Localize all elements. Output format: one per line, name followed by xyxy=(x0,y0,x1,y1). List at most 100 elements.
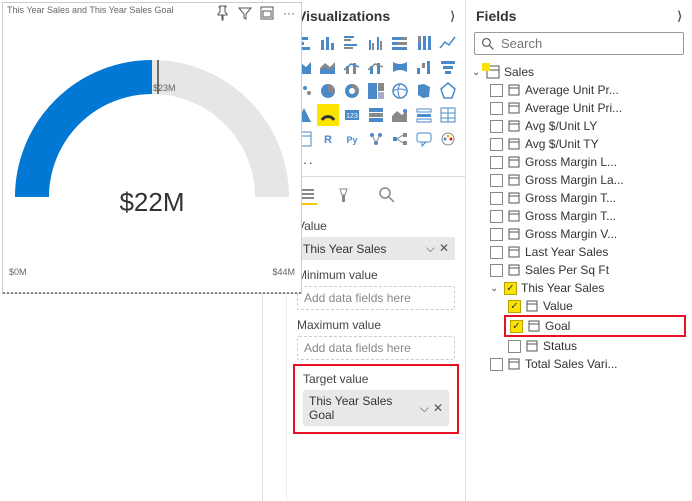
analytics-tab[interactable] xyxy=(377,185,397,205)
field-row[interactable]: Gross Margin T... xyxy=(468,207,690,225)
calculator-icon xyxy=(507,173,521,187)
decomp-tree-icon[interactable] xyxy=(389,128,411,150)
min-well-placeholder[interactable]: Add data fields here xyxy=(297,286,455,310)
gauge-icon[interactable] xyxy=(317,104,339,126)
checkbox[interactable] xyxy=(490,156,503,169)
viz-gallery: 123 R Py xyxy=(287,28,465,154)
card-icon[interactable]: 123 xyxy=(341,104,363,126)
clustered-bar-icon[interactable] xyxy=(341,32,363,54)
slicer-icon[interactable] xyxy=(413,104,435,126)
min-well: Minimum value Add data fields here xyxy=(287,262,465,312)
checkbox[interactable] xyxy=(490,102,503,115)
format-tab[interactable] xyxy=(337,185,357,205)
target-well-label: Target value xyxy=(303,372,449,386)
hierarchy-status[interactable]: Status xyxy=(468,337,690,355)
checkbox[interactable] xyxy=(490,210,503,223)
ribbon-icon[interactable] xyxy=(389,56,411,78)
goal-highlight: Goal xyxy=(504,315,686,337)
field-row[interactable]: Average Unit Pr... xyxy=(468,81,690,99)
pie-icon[interactable] xyxy=(317,80,339,102)
focus-icon[interactable] xyxy=(259,5,275,21)
waterfall-icon[interactable] xyxy=(413,56,435,78)
field-total-sales-var[interactable]: Total Sales Vari... xyxy=(468,355,690,373)
fields-pane: Fields ⟩ ⌄ Sales Average Unit Pr...Avera… xyxy=(466,0,692,501)
multi-row-card-icon[interactable] xyxy=(365,104,387,126)
max-well-placeholder[interactable]: Add data fields here xyxy=(297,336,455,360)
hierarchy-goal[interactable]: Goal xyxy=(506,317,684,335)
fields-search[interactable] xyxy=(474,32,684,55)
field-label: Average Unit Pri... xyxy=(525,101,622,115)
checkbox[interactable] xyxy=(490,264,503,277)
custom-visual-icon[interactable] xyxy=(437,128,459,150)
checkbox[interactable] xyxy=(490,138,503,151)
checkbox[interactable] xyxy=(504,282,517,295)
field-row[interactable]: Sales Per Sq Ft xyxy=(468,261,690,279)
search-input[interactable] xyxy=(501,36,677,51)
field-row[interactable]: Avg $/Unit LY xyxy=(468,117,690,135)
checkbox[interactable] xyxy=(508,300,521,313)
pin-icon[interactable] xyxy=(215,5,231,21)
value-field-text: This Year Sales xyxy=(303,242,386,256)
checkbox[interactable] xyxy=(490,84,503,97)
fields-tree: ⌄ Sales Average Unit Pr... Average Unit P… xyxy=(466,59,692,377)
checkbox[interactable] xyxy=(510,320,523,333)
remove-icon[interactable]: ✕ xyxy=(439,241,449,256)
shape-map-icon[interactable] xyxy=(437,80,459,102)
field-label: Value xyxy=(543,299,573,313)
field-row[interactable]: Average Unit Pri... xyxy=(468,99,690,117)
checkbox[interactable] xyxy=(490,120,503,133)
chevron-down-icon[interactable]: ⌵ xyxy=(426,241,435,256)
checkbox[interactable] xyxy=(490,228,503,241)
chevron-right-icon[interactable]: ⟩ xyxy=(450,9,455,23)
map-icon[interactable] xyxy=(389,80,411,102)
field-row[interactable]: Gross Margin V... xyxy=(468,225,690,243)
checkbox[interactable] xyxy=(490,358,503,371)
more-icon[interactable]: ··· xyxy=(281,5,297,21)
min-well-label: Minimum value xyxy=(297,268,455,282)
field-label: Sales Per Sq Ft xyxy=(525,263,609,277)
target-well-field[interactable]: This Year Sales Goal ⌵✕ xyxy=(303,390,449,426)
line-clustered-icon[interactable] xyxy=(341,56,363,78)
field-row[interactable]: Gross Margin L... xyxy=(468,153,690,171)
field-row[interactable]: Gross Margin T... xyxy=(468,189,690,207)
line-stacked-icon[interactable] xyxy=(365,56,387,78)
viz-more-button[interactable]: ··· xyxy=(287,154,465,176)
stacked-area-icon[interactable] xyxy=(317,56,339,78)
remove-icon[interactable]: ✕ xyxy=(433,401,443,416)
max-well-label: Maximum value xyxy=(297,318,455,332)
value-well-field[interactable]: This Year Sales ⌵ ✕ xyxy=(297,237,455,260)
table-icon[interactable] xyxy=(437,104,459,126)
chevron-right-icon[interactable]: ⟩ xyxy=(677,9,682,23)
key-influencers-icon[interactable] xyxy=(365,128,387,150)
field-row[interactable]: Avg $/Unit TY xyxy=(468,135,690,153)
calculator-icon xyxy=(507,245,521,259)
field-this-year-sales[interactable]: ⌄ This Year Sales xyxy=(468,279,690,297)
stacked-column-icon[interactable] xyxy=(317,32,339,54)
funnel-icon[interactable] xyxy=(437,56,459,78)
checkbox[interactable] xyxy=(490,174,503,187)
svg-text:123: 123 xyxy=(346,113,358,120)
checkbox[interactable] xyxy=(490,192,503,205)
search-icon xyxy=(481,37,495,51)
checkbox[interactable] xyxy=(508,340,521,353)
filled-map-icon[interactable] xyxy=(413,80,435,102)
stacked100-column-icon[interactable] xyxy=(413,32,435,54)
chevron-down-icon[interactable]: ⌵ xyxy=(420,401,429,416)
table-sales[interactable]: ⌄ Sales xyxy=(468,63,690,81)
field-row[interactable]: Gross Margin La... xyxy=(468,171,690,189)
qa-visual-icon[interactable] xyxy=(413,128,435,150)
clustered-column-icon[interactable] xyxy=(365,32,387,54)
gauge-visual[interactable]: This Year Sales and This Year Sales Goal… xyxy=(2,2,302,294)
line-chart-icon[interactable] xyxy=(437,32,459,54)
kpi-icon[interactable] xyxy=(389,104,411,126)
hierarchy-value[interactable]: Value xyxy=(468,297,690,315)
stacked100-bar-icon[interactable] xyxy=(389,32,411,54)
field-row[interactable]: Last Year Sales xyxy=(468,243,690,261)
r-visual-icon[interactable]: R xyxy=(317,128,339,150)
format-tabs xyxy=(287,176,465,213)
donut-icon[interactable] xyxy=(341,80,363,102)
treemap-icon[interactable] xyxy=(365,80,387,102)
filter-icon[interactable] xyxy=(237,5,253,21)
checkbox[interactable] xyxy=(490,246,503,259)
python-visual-icon[interactable]: Py xyxy=(341,128,363,150)
